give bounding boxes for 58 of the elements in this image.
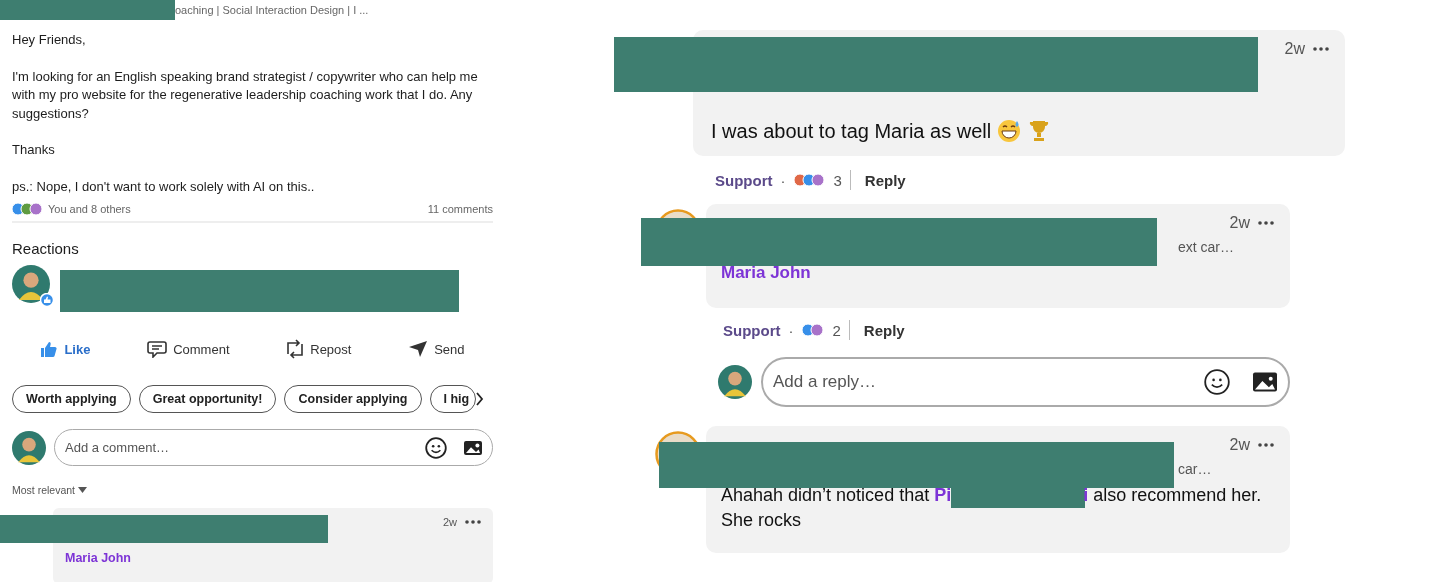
support-button[interactable]: Support <box>723 321 781 339</box>
suggestion-chip[interactable]: I hig <box>429 385 477 413</box>
post-paragraph: I'm looking for an English speaking brand strategist / copywriter who can help me with my pro website for the regenerative leadership coaching work that I do. Any suggestions? <box>12 67 478 123</box>
headline-text: oaching | Social Interaction Design | I ... <box>175 4 369 16</box>
mention-link[interactable]: Maria John <box>65 551 131 565</box>
reaction-icons <box>801 323 825 337</box>
timestamp: 2w <box>1284 40 1305 58</box>
post-paragraph: Hey Friends, <box>12 31 87 49</box>
avatar <box>12 265 50 303</box>
separator-dot: · <box>788 321 794 339</box>
more-icon[interactable] <box>465 520 481 524</box>
comment-button[interactable]: Comment <box>141 335 236 363</box>
comment-field[interactable]: Add a comment… <box>54 429 493 466</box>
support-button[interactable]: Support <box>715 171 773 189</box>
repost-button[interactable]: Repost <box>280 335 358 363</box>
reaction-count[interactable]: 2 <box>832 321 841 339</box>
emoji-icon[interactable] <box>1204 369 1230 395</box>
grinning-face-icon <box>997 119 1022 143</box>
post-paragraph: Thanks <box>12 141 56 159</box>
separator-dot: · <box>780 171 786 189</box>
more-icon[interactable] <box>1258 443 1274 447</box>
reply-button[interactable]: Reply <box>864 171 906 189</box>
comment-text: I was about to tag Maria as well <box>711 119 1329 143</box>
sort-dropdown[interactable]: Most relevant <box>12 484 88 496</box>
reaction-count[interactable]: 3 <box>833 171 842 189</box>
suggestion-chip[interactable]: Consider applying <box>284 385 422 413</box>
caret-down-icon <box>78 487 88 493</box>
chevron-right-icon[interactable] <box>476 392 485 406</box>
paper-plane-icon <box>408 340 429 358</box>
thumbs-up-icon <box>40 340 59 358</box>
section-title: Reactions <box>12 240 80 257</box>
timestamp: 2w <box>1229 436 1250 454</box>
suggestion-chip[interactable]: Great opportunity! <box>138 385 277 413</box>
reply-field[interactable]: Add a reply… <box>761 357 1290 407</box>
reply-button[interactable]: Reply <box>863 321 905 339</box>
send-button[interactable]: Send <box>402 335 471 363</box>
mention-link[interactable]: i <box>1083 485 1089 505</box>
repost-icon <box>286 339 305 359</box>
mention-link[interactable]: Pi <box>934 485 952 505</box>
timestamp: 2w <box>442 516 457 528</box>
headline-text: ext car… <box>1178 239 1234 255</box>
avatar <box>12 430 46 465</box>
reaction-icons <box>12 202 44 216</box>
emoji-icon[interactable] <box>425 436 447 459</box>
like-button[interactable]: Like <box>34 335 97 363</box>
more-icon[interactable] <box>1313 47 1329 51</box>
comments-count[interactable]: 11 comments <box>427 203 493 215</box>
suggestion-chip[interactable]: Worth applying <box>12 385 131 413</box>
post-paragraph: ps.: Nope, I don't want to work solely with AI on this.. <box>12 177 316 196</box>
avatar <box>718 365 752 399</box>
reactions-count[interactable]: You and 8 others <box>48 203 131 215</box>
timestamp: 2w <box>1229 214 1250 232</box>
speech-bubble-icon <box>147 340 168 358</box>
reaction-icons <box>793 173 826 187</box>
headline-text: car… <box>1178 461 1212 477</box>
more-icon[interactable] <box>1258 221 1274 225</box>
mention-link[interactable]: Maria John <box>721 263 811 282</box>
like-badge-icon <box>40 293 54 307</box>
